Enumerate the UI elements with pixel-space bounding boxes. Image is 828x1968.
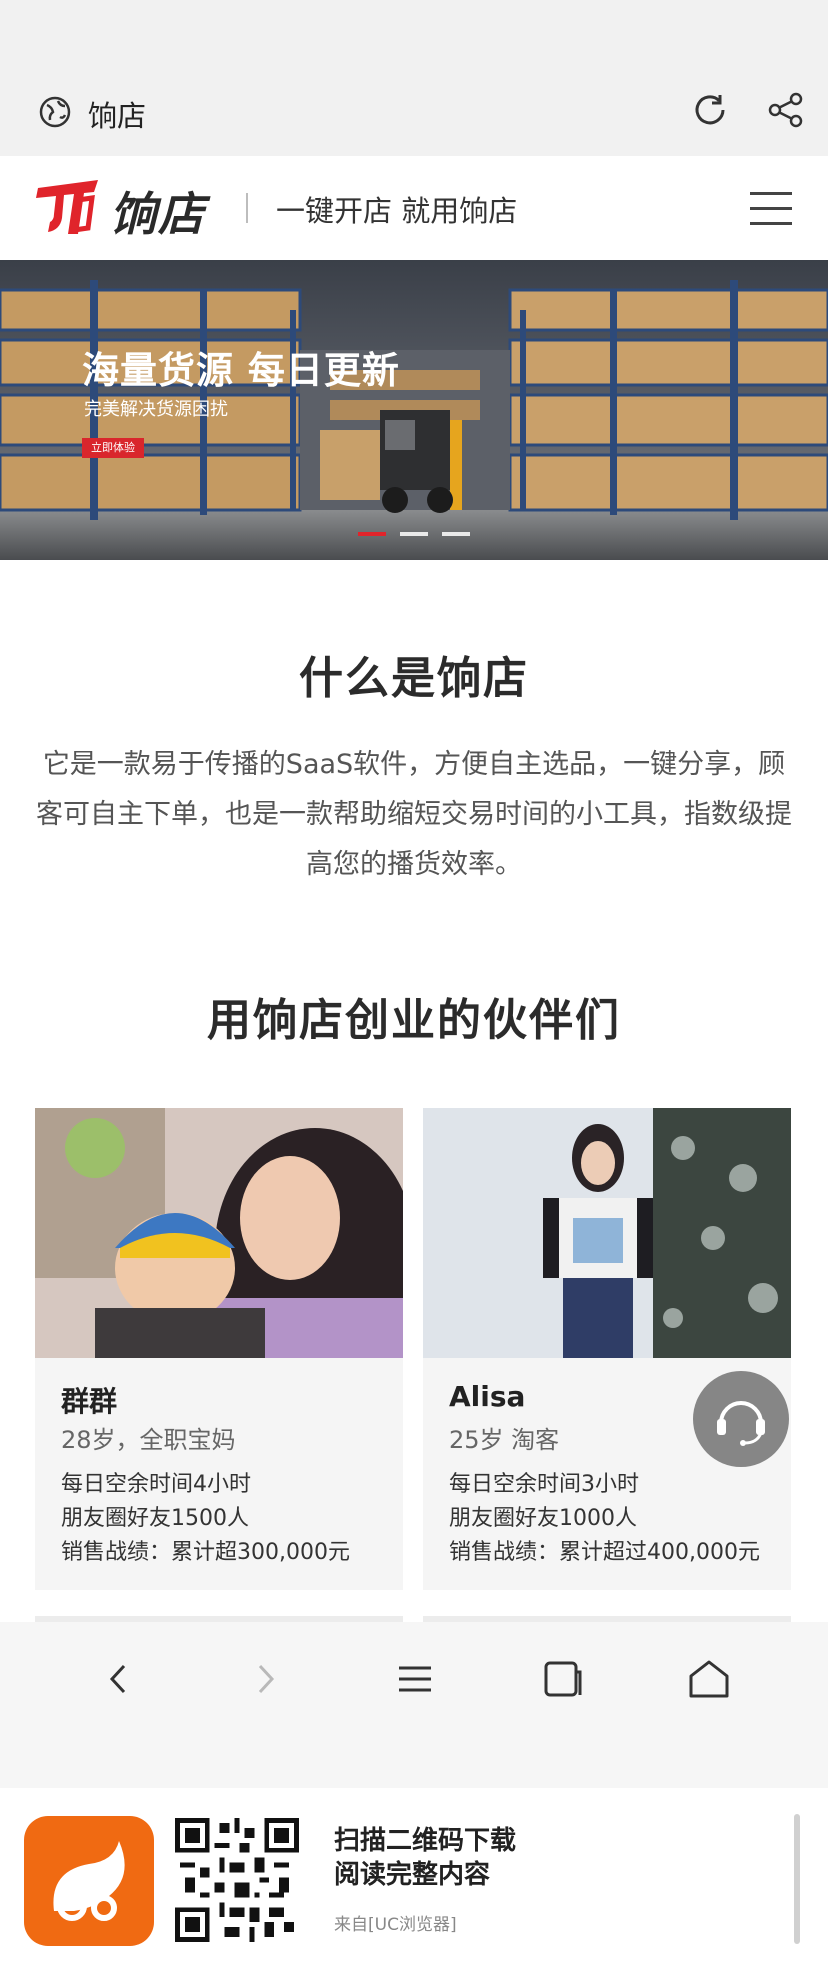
carousel-dot-3[interactable] [442, 532, 470, 536]
uc-browser-logo-icon [24, 1816, 154, 1946]
partner-photo [35, 1108, 403, 1358]
partner-photo [423, 1108, 791, 1358]
partner-card[interactable]: Alisa 25岁 淘客 每日空余时间3小时 朋友圈好友1000人 销售战绩：累… [423, 1108, 791, 1590]
partner-detail: 朋友圈好友1000人 [449, 1506, 637, 1531]
partner-detail: 销售战绩：累计超过400,000元 [449, 1540, 760, 1565]
banner-subline: 完美解决货源困扰 [84, 399, 228, 420]
partner-detail: 每日空余时间4小时 [61, 1472, 251, 1497]
about-text: 它是一款易于传播的SaaS软件，方便自主选品，一键分享，顾客可自主下单，也是一款… [36, 749, 792, 880]
partner-card[interactable]: 群群 28岁，全职宝妈 每日空余时间4小时 朋友圈好友1500人 销售战绩：累计… [35, 1108, 403, 1590]
reload-icon[interactable] [690, 90, 730, 130]
partner-detail: 朋友圈好友1500人 [61, 1506, 249, 1531]
share-icon[interactable] [766, 90, 806, 130]
header-divider [246, 193, 248, 223]
partner-meta: 25岁 淘客 [449, 1426, 560, 1454]
qr-code-image [175, 1818, 299, 1942]
carousel-dot-2[interactable] [400, 532, 428, 536]
customer-service-icon [717, 1401, 765, 1446]
uc-download-banner[interactable]: 扫描二维码下载 阅读完整内容 来自[UC浏览器] [0, 1788, 828, 1968]
banner-headline: 海量货源 每日更新 [82, 349, 400, 392]
forward-icon[interactable] [238, 1652, 292, 1706]
browser-top-bar: 饷店 [0, 0, 828, 156]
partner-name: Alisa [449, 1380, 526, 1413]
slogan: 一键开店 就用饷店 [276, 194, 518, 228]
partner-detail: 每日空余时间3小时 [449, 1472, 639, 1497]
back-icon[interactable] [92, 1652, 146, 1706]
uc-banner-line2: 阅读完整内容 [334, 1860, 491, 1890]
tabs-icon[interactable] [536, 1652, 590, 1706]
partners-title: 用饷店创业的伙伴们 [207, 995, 621, 1046]
customer-service-button[interactable] [693, 1371, 789, 1467]
home-icon[interactable] [682, 1652, 736, 1706]
globe-icon [39, 96, 71, 128]
scrollbar[interactable] [794, 1814, 800, 1944]
partner-name: 群群 [61, 1385, 118, 1418]
menu-icon[interactable] [388, 1652, 442, 1706]
banner-cta-button[interactable]: 立即体验 [82, 438, 144, 458]
site-header: 饷店 一键开店 就用饷店 [0, 156, 828, 261]
hero-banner[interactable]: 海量货源 每日更新 完美解决货源困扰 立即体验 [0, 260, 828, 560]
hamburger-menu-icon[interactable] [750, 186, 794, 230]
logo-icon [36, 180, 98, 234]
about-title: 什么是饷店 [299, 653, 529, 704]
uc-banner-line1: 扫描二维码下载 [334, 1826, 517, 1856]
logo-text[interactable]: 饷店 [110, 178, 206, 244]
partner-meta: 28岁，全职宝妈 [61, 1426, 236, 1454]
carousel-dot-1[interactable] [358, 532, 386, 536]
uc-banner-source: 来自[UC浏览器] [334, 1915, 457, 1935]
browser-bottom-nav [0, 1622, 828, 1788]
page-title: 饷店 [88, 99, 147, 133]
partner-detail: 销售战绩：累计超300,000元 [61, 1540, 350, 1565]
